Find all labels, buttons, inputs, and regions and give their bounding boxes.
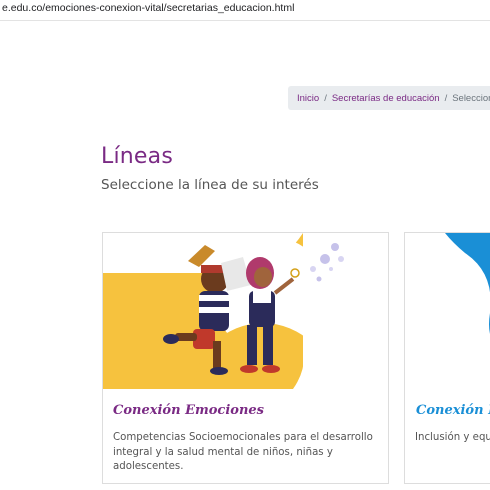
card-description: Competencias Socioemocionales para el de… xyxy=(113,432,373,472)
page-title: Líneas xyxy=(101,144,173,169)
page-subtitle: Seleccione la línea de su interés xyxy=(101,177,319,193)
breadcrumb-link-inicio[interactable]: Inicio xyxy=(297,93,319,104)
card-title[interactable]: Conexión In xyxy=(416,403,490,418)
card-title[interactable]: Conexión Emociones xyxy=(113,403,264,418)
line-card-conexion-inclusion[interactable]: Conexión In Inclusión y equi xyxy=(404,232,490,484)
breadcrumb-current: Seleccionar líne xyxy=(452,92,490,104)
url-text[interactable]: e.edu.co/emociones-conexion-vital/secret… xyxy=(2,2,294,14)
breadcrumb-separator: / xyxy=(324,92,327,104)
card-illustration-emociones xyxy=(103,233,388,389)
blue-wave-illustration xyxy=(405,233,490,389)
breadcrumb-link-secretarias[interactable]: Secretarías de educación xyxy=(332,93,440,104)
card-illustration-inclusion xyxy=(405,233,490,389)
breadcrumb-separator: / xyxy=(444,92,448,104)
line-card-conexion-emociones[interactable]: Conexión Emociones Competencias Socioemo… xyxy=(102,232,389,484)
children-playing-illustration xyxy=(103,233,388,389)
breadcrumb: Inicio / Secretarías de educación / Sele… xyxy=(288,86,490,110)
address-bar[interactable]: e.edu.co/emociones-conexion-vital/secret… xyxy=(0,0,490,21)
card-description: Inclusión y equi xyxy=(415,432,490,443)
